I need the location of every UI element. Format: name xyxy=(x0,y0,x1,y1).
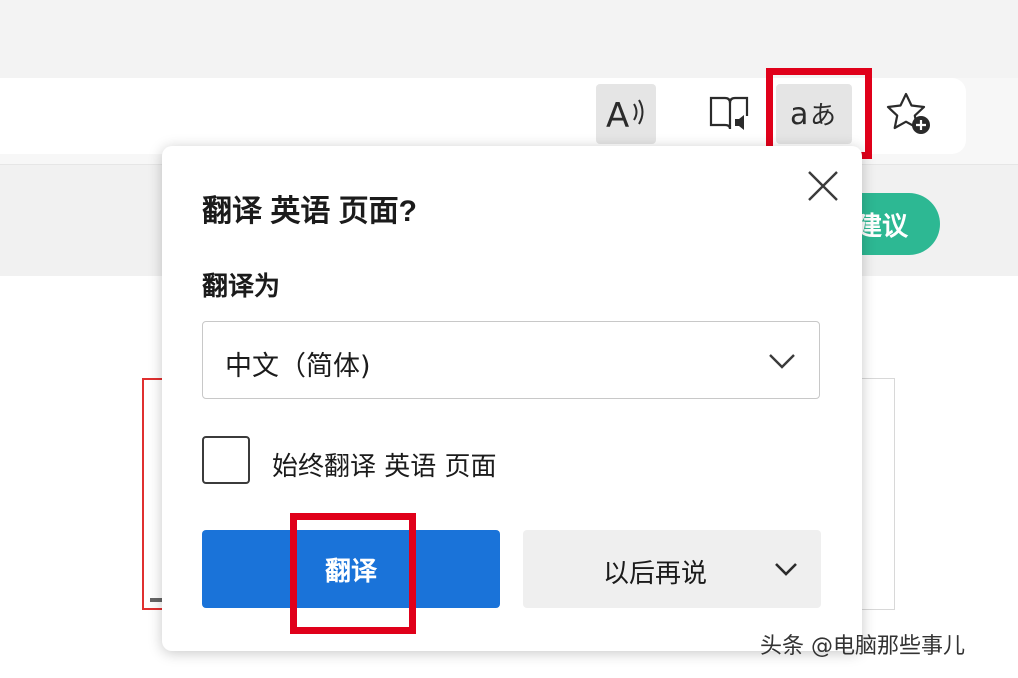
add-favorite-icon xyxy=(886,92,930,134)
chevron-down-icon[interactable] xyxy=(771,556,801,580)
language-select[interactable]: 中文（简体) xyxy=(202,321,820,399)
add-favorite-button[interactable] xyxy=(880,84,940,144)
always-translate-label: 始终翻译 英语 页面 xyxy=(272,452,497,482)
dialog-title: 翻译 英语 页面? xyxy=(202,195,417,228)
read-aloud-icon: A xyxy=(606,96,644,134)
chevron-down-icon xyxy=(769,354,795,369)
translate-action-highlight xyxy=(290,513,416,634)
language-select-value: 中文（简体) xyxy=(225,351,371,382)
svg-text:A: A xyxy=(606,96,629,134)
immersive-reader-icon xyxy=(709,96,749,130)
translate-dialog: 翻译 英语 页面? 翻译为 中文（简体) 始终翻译 英语 页面 翻译 以后再说 xyxy=(162,146,862,651)
image-fragment xyxy=(150,598,162,602)
read-aloud-button[interactable]: A xyxy=(596,84,656,144)
browser-top-strip xyxy=(0,0,1018,78)
translate-to-label: 翻译为 xyxy=(202,272,281,302)
page-card-frame xyxy=(862,378,895,610)
watermark: 头条 @电脑那些事儿 xyxy=(760,634,965,659)
always-translate-checkbox[interactable] xyxy=(202,436,250,484)
close-button[interactable] xyxy=(805,168,841,204)
immersive-reader-button[interactable] xyxy=(700,84,760,144)
not-now-button[interactable]: 以后再说 xyxy=(523,530,821,608)
close-icon xyxy=(808,171,838,201)
